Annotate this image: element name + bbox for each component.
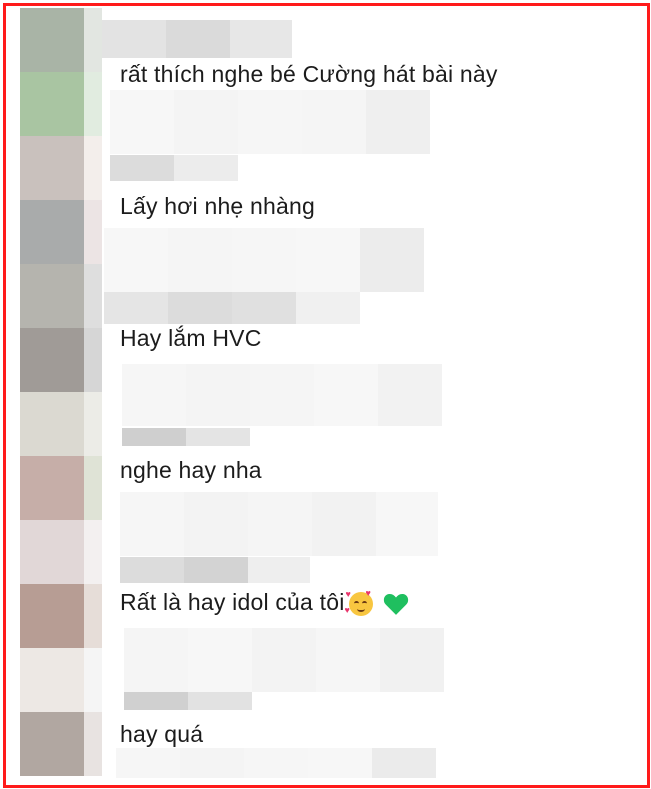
blurred-username xyxy=(102,20,292,58)
avatar-edge xyxy=(84,392,102,456)
avatar[interactable] xyxy=(20,200,84,264)
avatar[interactable] xyxy=(20,392,84,456)
comment-text: Rất là hay idol của tôi xyxy=(120,589,345,615)
blurred-meta xyxy=(120,557,310,583)
blurred-content xyxy=(124,628,444,692)
avatar-edge xyxy=(84,712,102,776)
avatar-edge xyxy=(84,456,102,520)
avatar-edge xyxy=(84,648,102,712)
avatar[interactable] xyxy=(20,8,84,72)
comment-row: Rất là hay idol của tôi ♥ ♥ ♥ xyxy=(120,588,409,616)
avatar[interactable] xyxy=(20,712,84,776)
blurred-content xyxy=(110,90,430,154)
blurred-content xyxy=(120,492,438,556)
avatar-edge xyxy=(84,8,102,72)
blurred-content xyxy=(122,364,442,426)
avatar-edge xyxy=(84,136,102,200)
green-heart-icon xyxy=(383,592,409,616)
avatar[interactable] xyxy=(20,584,84,648)
blurred-content xyxy=(116,748,436,778)
avatar[interactable] xyxy=(20,264,84,328)
comment-text: Lấy hơi nhẹ nhàng xyxy=(120,193,315,219)
avatar-column xyxy=(20,8,102,776)
comment-text: nghe hay nha xyxy=(120,457,262,483)
comment-text: hay quá xyxy=(120,721,204,747)
avatar[interactable] xyxy=(20,328,84,392)
avatar[interactable] xyxy=(20,456,84,520)
comment-text: rất thích nghe bé Cường hát bài này xyxy=(120,61,498,87)
blurred-meta xyxy=(122,428,250,446)
smiling-face-with-hearts-icon: ♥ ♥ ♥ xyxy=(344,587,373,616)
avatar-edge xyxy=(84,200,102,264)
blurred-meta xyxy=(104,292,360,324)
avatar[interactable] xyxy=(20,136,84,200)
blurred-content xyxy=(104,228,424,292)
blurred-meta xyxy=(110,155,238,181)
avatar-edge xyxy=(84,520,102,584)
avatar-edge xyxy=(84,264,102,328)
avatar[interactable] xyxy=(20,72,84,136)
avatar[interactable] xyxy=(20,648,84,712)
comment-text: Hay lắm HVC xyxy=(120,325,262,351)
blurred-meta xyxy=(124,692,252,710)
avatar-edge xyxy=(84,584,102,648)
avatar-edge xyxy=(84,72,102,136)
avatar-edge xyxy=(84,328,102,392)
avatar[interactable] xyxy=(20,520,84,584)
